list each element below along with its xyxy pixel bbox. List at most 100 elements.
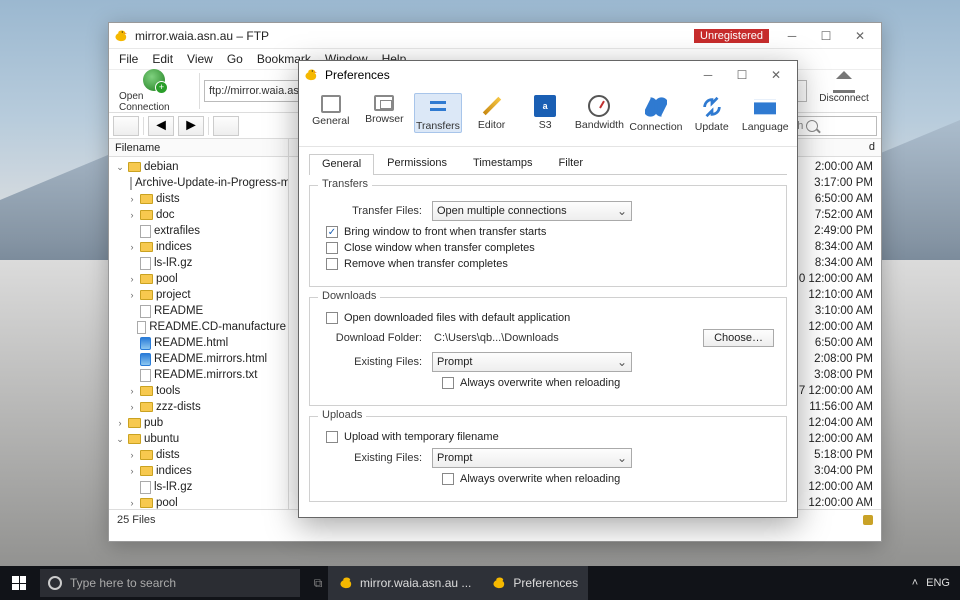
globe-icon [143,69,165,91]
checkbox-remove-complete[interactable] [326,258,338,270]
filename-column-header[interactable]: Filename [109,139,288,157]
eject-icon [833,79,855,93]
prefs-tab-connection[interactable]: Connection [630,93,682,133]
prefs-minimize-button[interactable]: ─ [691,64,725,86]
tree-item[interactable]: README.mirrors.txt [111,367,288,383]
prefs-tab-update[interactable]: Update [688,93,736,133]
tree-item[interactable]: ›pub [111,415,288,431]
prefs-tab-browser[interactable]: Browser [361,93,409,125]
choose-button[interactable]: Choose… [703,329,774,347]
taskbar-item-ftp[interactable]: mirror.waia.asn.au ... [328,566,481,600]
folder-icon [140,498,153,508]
lock-icon [863,515,873,525]
open-connection-button[interactable]: Open Connection [113,69,195,113]
prefs-tab-language[interactable]: Language [742,93,790,133]
tree-item[interactable]: ⌄debian [111,159,288,175]
subtab-general[interactable]: General [309,154,374,175]
menu-view[interactable]: View [181,50,219,68]
start-button[interactable] [0,566,38,600]
folder-icon [140,290,153,300]
tree-item[interactable]: ›indices [111,239,288,255]
download-folder-path: C:\Users\qb...\Downloads [432,332,703,344]
existing-files-select[interactable]: Prompt [432,352,632,372]
tree-item[interactable]: ⌄ubuntu [111,431,288,447]
minimize-button[interactable]: ─ [775,25,809,47]
downloads-group: Downloads Open downloaded files with def… [309,297,787,406]
tree-item[interactable]: extrafiles [111,223,288,239]
prefs-tab-editor[interactable]: Editor [468,93,516,131]
tree-item[interactable]: README.html [111,335,288,351]
taskbar-search-placeholder: Type here to search [70,576,176,590]
duck-icon [338,575,354,591]
tree-item[interactable]: ›pool [111,495,288,509]
prefs-close-button[interactable]: ✕ [759,64,793,86]
checkbox-open-default[interactable] [326,312,338,324]
taskbar: Type here to search ⧉ mirror.waia.asn.au… [0,566,960,600]
close-button[interactable]: ✕ [843,25,877,47]
tree-item[interactable]: ›project [111,287,288,303]
connection-icon [644,95,668,119]
menu-file[interactable]: File [113,50,144,68]
tree-item[interactable]: README.CD-manufacture [111,319,288,335]
menu-go[interactable]: Go [221,50,249,68]
checkbox-close-complete[interactable] [326,242,338,254]
prefs-tab-bandwidth[interactable]: Bandwidth [575,93,624,131]
prefs-subtabs: GeneralPermissionsTimestampsFilter [309,153,787,175]
tree-item[interactable]: Archive-Update-in-Progress-mirror.w [111,175,288,191]
tree-item[interactable]: ›dists [111,191,288,207]
tree-item[interactable]: README [111,303,288,319]
tree-item[interactable]: ›zzz-dists [111,399,288,415]
prefs-maximize-button[interactable]: ☐ [725,64,759,86]
prefs-tab-s3[interactable]: aS3 [521,93,569,131]
tree-item[interactable]: ›indices [111,463,288,479]
system-tray: ˄ ENG [902,577,960,589]
existing-files-select-upload[interactable]: Prompt [432,448,632,468]
folder-icon [140,242,153,252]
file-icon [137,321,146,334]
task-view-icon[interactable]: ⧉ [308,573,328,593]
file-icon [140,481,151,494]
checkbox-overwrite-downloads[interactable] [442,377,454,389]
subtab-timestamps[interactable]: Timestamps [460,153,546,174]
tray-chevron-icon[interactable]: ˄ [912,577,918,589]
nav-forward[interactable]: ► [178,116,204,136]
nav-up[interactable] [213,116,239,136]
language-icon [753,95,777,119]
prefs-tab-general[interactable]: General [307,93,355,127]
nav-btn[interactable] [113,116,139,136]
nav-back[interactable]: ◄ [148,116,174,136]
subtab-filter[interactable]: Filter [546,153,596,174]
browser-icon [374,95,394,111]
disconnect-button[interactable]: Disconnect [811,79,877,104]
tree-item[interactable]: ›pool [111,271,288,287]
folder-icon [140,210,153,220]
transfers-icon [427,96,449,118]
tree-item[interactable]: ›doc [111,207,288,223]
checkbox-overwrite-uploads[interactable] [442,473,454,485]
menu-edit[interactable]: Edit [146,50,179,68]
group-title: Downloads [318,290,380,302]
group-title: Uploads [318,409,366,421]
checkbox-temp-filename[interactable] [326,431,338,443]
folder-icon [128,162,141,172]
tree-item[interactable]: ›tools [111,383,288,399]
tree-item[interactable]: README.mirrors.html [111,351,288,367]
tree-item[interactable]: ls-lR.gz [111,479,288,495]
taskbar-item-preferences[interactable]: Preferences [481,566,588,600]
tree-item[interactable]: ls-lR.gz [111,255,288,271]
prefs-tab-transfers[interactable]: Transfers [414,93,462,133]
editor-icon [482,97,500,115]
taskbar-search[interactable]: Type here to search [40,569,300,597]
subtab-permissions[interactable]: Permissions [374,153,460,174]
checkbox-bring-front[interactable] [326,226,338,238]
language-indicator[interactable]: ENG [926,577,950,589]
app-icon [113,28,129,44]
window-title: mirror.waia.asn.au – FTP [135,29,694,43]
folder-icon [140,194,153,204]
folder-icon [140,274,153,284]
general-icon [321,95,341,113]
maximize-button[interactable]: ☐ [809,25,843,47]
transfer-files-select[interactable]: Open multiple connections [432,201,632,221]
bandwidth-icon [588,95,610,117]
tree-item[interactable]: ›dists [111,447,288,463]
